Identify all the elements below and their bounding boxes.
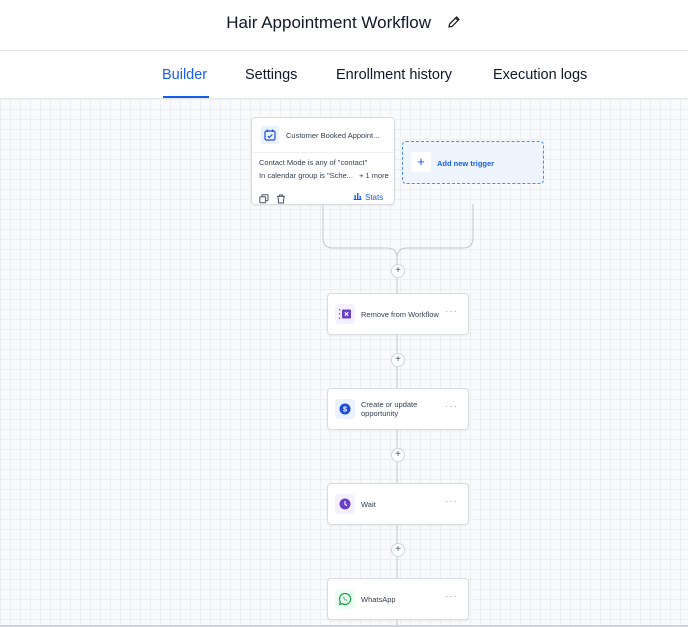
action-label: Wait	[361, 500, 376, 509]
add-trigger-label: Add new trigger	[437, 159, 495, 168]
action-card-remove-from-workflow[interactable]: Remove from Workflow ···	[327, 293, 469, 335]
calendar-check-icon	[261, 126, 279, 144]
clock-icon	[335, 494, 355, 514]
more-options-icon[interactable]: ···	[445, 306, 458, 317]
header-bar: Hair Appointment Workflow	[0, 0, 688, 51]
trigger-condition: In calendar group is "Sche...	[259, 171, 353, 180]
add-new-trigger-button[interactable]: + Add new trigger	[402, 141, 544, 184]
stats-label: Stats	[365, 193, 384, 202]
stats-button[interactable]: Stats	[353, 192, 383, 202]
trigger-name: Customer Booked Appoint...	[286, 131, 380, 140]
remove-workflow-icon	[335, 304, 355, 324]
more-conditions-link[interactable]: + 1 more	[359, 171, 389, 180]
workflow-title-text: Hair Appointment Workflow	[226, 13, 431, 32]
plus-icon: +	[411, 152, 431, 172]
action-label: WhatsApp	[361, 595, 396, 604]
whatsapp-icon	[335, 589, 355, 609]
active-tab-indicator	[163, 96, 209, 98]
add-action-button[interactable]: +	[391, 448, 405, 462]
action-label: Create or update opportunity	[361, 400, 418, 418]
tab-builder[interactable]: Builder	[162, 67, 207, 83]
action-card-wait[interactable]: Wait ···	[327, 483, 469, 525]
tab-settings[interactable]: Settings	[245, 67, 297, 83]
tab-enrollment-history[interactable]: Enrollment history	[336, 67, 452, 83]
add-action-button[interactable]: +	[391, 264, 405, 278]
action-card-create-update-opportunity[interactable]: $ Create or update opportunity ···	[327, 388, 469, 430]
more-options-icon[interactable]: ···	[445, 591, 458, 602]
workflow-title: Hair Appointment Workflow	[0, 13, 688, 35]
tab-bar: Builder Settings Enrollment history Exec…	[0, 51, 688, 99]
action-card-whatsapp[interactable]: WhatsApp ···	[327, 578, 469, 620]
trash-icon[interactable]	[276, 191, 286, 209]
more-options-icon[interactable]: ···	[445, 496, 458, 507]
pencil-icon[interactable]	[446, 14, 462, 35]
dollar-icon: $	[335, 399, 355, 419]
workflow-canvas[interactable]: Customer Booked Appoint... Contact Mode …	[0, 99, 688, 627]
more-options-icon[interactable]: ···	[445, 401, 458, 412]
add-action-button[interactable]: +	[391, 353, 405, 367]
trigger-card[interactable]: Customer Booked Appoint... Contact Mode …	[251, 117, 395, 205]
add-action-button[interactable]: +	[391, 543, 405, 557]
trigger-condition: Contact Mode is any of "contact"	[259, 158, 368, 167]
tab-execution-logs[interactable]: Execution logs	[493, 67, 587, 83]
bar-chart-icon	[353, 193, 362, 200]
copy-icon[interactable]	[259, 191, 269, 209]
trigger-card-header: Customer Booked Appoint...	[252, 118, 394, 153]
action-label: Remove from Workflow	[361, 310, 439, 319]
